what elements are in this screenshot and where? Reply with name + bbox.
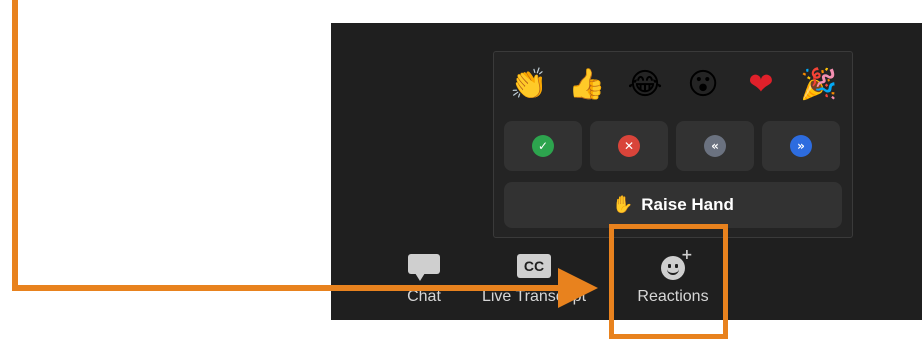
arrow-line: [12, 0, 563, 291]
arrow-head: [558, 268, 598, 308]
annotation-arrow: [12, 0, 598, 308]
